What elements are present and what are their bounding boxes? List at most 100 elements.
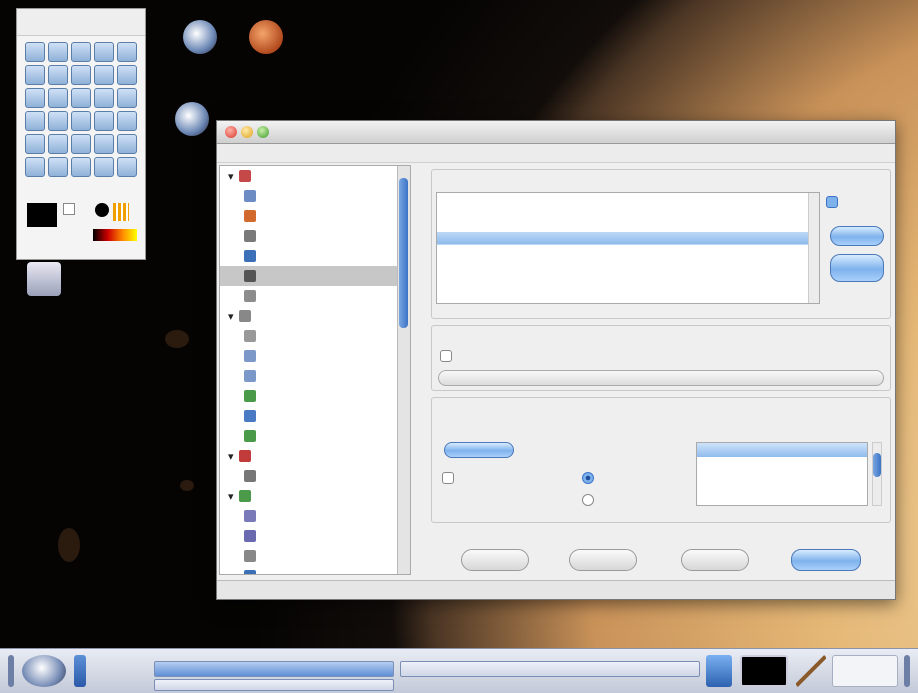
taskbar-button[interactable] — [154, 679, 394, 691]
desktop-icon-mars[interactable] — [236, 20, 296, 57]
tool-button[interactable] — [48, 111, 68, 131]
desktop-icon-home[interactable] — [170, 20, 230, 57]
taskbar-button[interactable] — [400, 661, 700, 677]
theme-list-item[interactable] — [437, 297, 819, 310]
tool-button[interactable] — [94, 88, 114, 108]
minimize-icon[interactable] — [241, 126, 253, 138]
terminal-icon[interactable] — [740, 655, 788, 687]
toolbox-window[interactable] — [16, 8, 146, 260]
theme-list-item[interactable] — [437, 284, 819, 297]
tool-button[interactable] — [71, 65, 91, 85]
preview-table[interactable] — [696, 442, 868, 506]
preview-tab-button[interactable] — [444, 442, 514, 458]
tree-category[interactable]: ▾ — [220, 166, 410, 186]
theme-list-item[interactable] — [437, 245, 819, 258]
tool-button[interactable] — [48, 42, 68, 62]
tree-item[interactable] — [220, 186, 410, 206]
tool-button[interactable] — [117, 88, 137, 108]
sidebar-scrollbar[interactable] — [397, 166, 410, 574]
tool-button[interactable] — [25, 157, 45, 177]
tree-item[interactable] — [220, 406, 410, 426]
custom-theme-field[interactable] — [438, 370, 884, 386]
tool-button[interactable] — [25, 134, 45, 154]
theme-list-scrollbar[interactable] — [808, 193, 819, 303]
theme-option-checkbox[interactable] — [826, 196, 838, 208]
tool-button[interactable] — [71, 157, 91, 177]
theme-list-item[interactable] — [437, 232, 819, 245]
tree-item[interactable] — [220, 286, 410, 306]
maximize-icon[interactable] — [257, 126, 269, 138]
toolbox-menubar[interactable] — [17, 9, 145, 36]
tool-button[interactable] — [25, 65, 45, 85]
expand-arrow-icon[interactable]: ▾ — [228, 490, 234, 503]
preview-scrollbar[interactable] — [872, 442, 882, 506]
gradient-swatch[interactable] — [93, 229, 137, 241]
tool-button[interactable] — [94, 42, 114, 62]
tree-item[interactable] — [220, 526, 410, 546]
color-swatches[interactable] — [27, 203, 137, 251]
preview-checkbox-1[interactable] — [442, 472, 454, 484]
panel-handle[interactable] — [8, 655, 14, 687]
tree-item[interactable] — [220, 326, 410, 346]
preview-radio-2[interactable] — [582, 494, 594, 506]
tool-button[interactable] — [94, 65, 114, 85]
tool-button[interactable] — [71, 111, 91, 131]
desktop-icon-system[interactable] — [162, 102, 222, 139]
tree-item[interactable] — [220, 506, 410, 526]
expand-arrow-icon[interactable]: ▾ — [228, 170, 234, 183]
tree-item[interactable] — [220, 346, 410, 366]
theme-list-item[interactable] — [437, 258, 819, 271]
apply-button[interactable] — [791, 549, 861, 571]
tree-item[interactable] — [220, 426, 410, 446]
tool-button[interactable] — [48, 65, 68, 85]
tool-button[interactable] — [25, 42, 45, 62]
panel-handle[interactable] — [904, 655, 910, 687]
window-titlebar[interactable] — [217, 121, 895, 144]
tool-button[interactable] — [71, 134, 91, 154]
tree-category[interactable]: ▾ — [220, 486, 410, 506]
sidebar-scroll-thumb[interactable] — [399, 178, 408, 328]
foreground-color-swatch[interactable] — [27, 203, 57, 227]
tree-item[interactable] — [220, 386, 410, 406]
tool-button[interactable] — [117, 134, 137, 154]
close-icon[interactable] — [225, 126, 237, 138]
tool-button[interactable] — [117, 111, 137, 131]
taskbar-button[interactable] — [154, 661, 394, 677]
screen-icon[interactable] — [706, 655, 732, 687]
desktop-icon-trash[interactable] — [14, 262, 74, 299]
table-row[interactable] — [697, 481, 867, 493]
remove-theme-button[interactable] — [830, 254, 884, 282]
tool-button[interactable] — [117, 157, 137, 177]
table-row[interactable] — [697, 469, 867, 481]
tree-item[interactable] — [220, 366, 410, 386]
tool-button[interactable] — [48, 157, 68, 177]
tree-item[interactable] — [220, 546, 410, 566]
tree-item[interactable] — [220, 266, 410, 286]
brush-icon[interactable] — [95, 203, 109, 217]
k-menu-icon[interactable] — [22, 655, 66, 687]
tool-button[interactable] — [25, 88, 45, 108]
tree-category[interactable]: ▾ — [220, 306, 410, 326]
tool-button[interactable] — [71, 42, 91, 62]
custom-checkbox[interactable] — [440, 350, 452, 362]
theme-list-item[interactable] — [437, 206, 819, 219]
preview-radio-1[interactable] — [582, 472, 594, 484]
tree-item[interactable] — [220, 246, 410, 266]
module-tree[interactable]: ▾ ▾ ▾ ▾ — [219, 165, 411, 575]
background-color-swatch[interactable] — [63, 203, 75, 215]
table-row[interactable] — [697, 457, 867, 469]
tool-button[interactable] — [117, 65, 137, 85]
tree-item[interactable] — [220, 206, 410, 226]
tree-item[interactable] — [220, 226, 410, 246]
theme-list-item[interactable] — [437, 219, 819, 232]
clock[interactable] — [832, 655, 898, 687]
tool-button[interactable] — [94, 157, 114, 177]
tree-item[interactable] — [220, 566, 410, 574]
tree-item[interactable] — [220, 466, 410, 486]
tool-button[interactable] — [48, 88, 68, 108]
tool-button[interactable] — [94, 111, 114, 131]
expand-arrow-icon[interactable]: ▾ — [228, 310, 234, 323]
reset-button[interactable] — [681, 549, 749, 571]
control-center-window[interactable]: ▾ ▾ ▾ ▾ — [216, 120, 896, 600]
tool-button[interactable] — [71, 88, 91, 108]
